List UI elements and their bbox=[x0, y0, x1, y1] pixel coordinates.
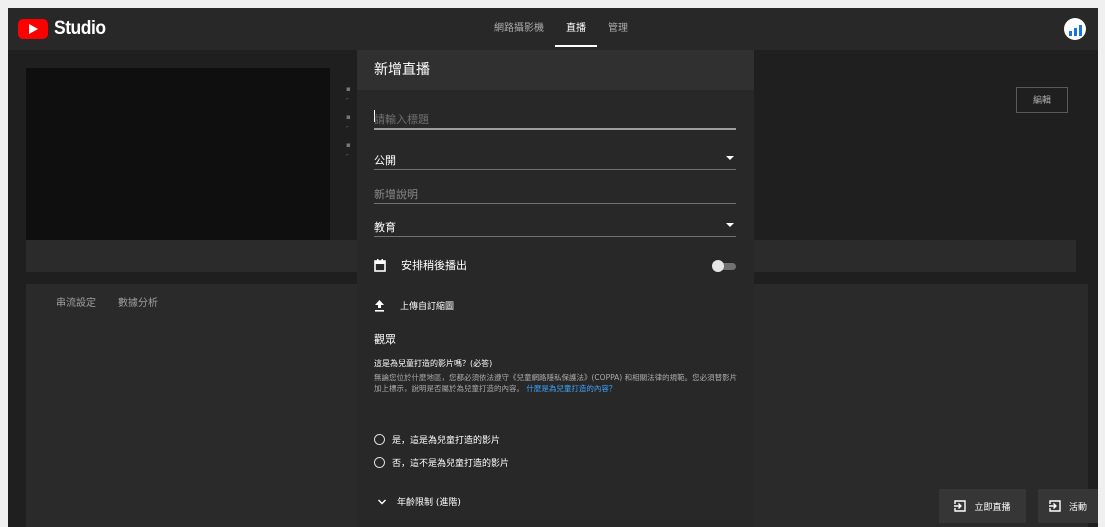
upload-thumbnail-button[interactable]: 上傳自訂縮圖 bbox=[374, 299, 454, 312]
tab-manage[interactable]: 管理 bbox=[597, 8, 639, 50]
studio-app: Studio 網路攝影機 直播 管理 ▪ - ▪ - ▪ - 編輯 串流設定 數據分析 新… bbox=[8, 8, 1098, 527]
kids-description: 無論您位於什麼地區，您都必須依法遵守《兒童網路隱私保護法》(COPPA) 和相關… bbox=[374, 372, 742, 394]
avatar-bar-icon bbox=[1068, 31, 1072, 36]
visibility-value: 公開 bbox=[374, 154, 396, 167]
events-button[interactable]: 活動 bbox=[1038, 489, 1098, 523]
youtube-play-icon bbox=[18, 19, 48, 39]
radio-circle-icon bbox=[374, 457, 385, 468]
go-live-label: 立即直播 bbox=[974, 502, 1011, 513]
schedule-label: 安排稍後播出 bbox=[401, 259, 467, 272]
upload-icon bbox=[375, 299, 384, 312]
schedule-toggle[interactable] bbox=[712, 260, 738, 272]
avatar[interactable] bbox=[1064, 18, 1086, 40]
dropdown-arrow-icon bbox=[726, 156, 734, 160]
audience-title: 觀眾 bbox=[374, 333, 396, 346]
go-live-button[interactable]: 立即直播 bbox=[939, 489, 1026, 523]
top-bar: Studio 網路攝影機 直播 管理 bbox=[8, 8, 1098, 50]
age-restriction-label: 年齡限制 (進階) bbox=[397, 498, 461, 508]
dropdown-arrow-icon bbox=[726, 223, 734, 227]
category-select[interactable]: 教育 bbox=[374, 216, 736, 237]
description-input[interactable]: 新增說明 bbox=[374, 183, 736, 204]
avatar-bar-icon bbox=[1078, 25, 1082, 36]
enter-icon bbox=[954, 500, 967, 512]
stream-tabs: 串流設定 數據分析 bbox=[56, 294, 158, 309]
title-input[interactable]: 請輸入標題 bbox=[374, 108, 736, 130]
create-stream-dialog: 新增直播 請輸入標題 公開 新增說明 教育 安排稍後播出 上傳自訂縮圖 觀眾 這… bbox=[357, 50, 754, 527]
schedule-row: 安排稍後播出 bbox=[374, 257, 467, 273]
top-tabs: 網路攝影機 直播 管理 bbox=[483, 8, 639, 50]
radio-not-for-kids[interactable]: 否，這不是為兒童打造的影片 bbox=[374, 456, 509, 469]
studio-logo[interactable]: Studio bbox=[18, 18, 110, 40]
dialog-title: 新增直播 bbox=[357, 50, 754, 90]
tab-stream-settings[interactable]: 串流設定 bbox=[56, 294, 96, 309]
tab-analytics[interactable]: 數據分析 bbox=[118, 294, 158, 309]
radio-circle-icon bbox=[374, 434, 385, 445]
radio-made-for-kids[interactable]: 是，這是為兒童打造的影片 bbox=[374, 433, 500, 446]
tab-live[interactable]: 直播 bbox=[555, 8, 597, 50]
enter-icon bbox=[1048, 500, 1061, 512]
tab-webcam[interactable]: 網路攝影機 bbox=[483, 8, 555, 50]
events-label: 活動 bbox=[1068, 502, 1087, 513]
radio-no-label: 否，這不是為兒童打造的影片 bbox=[392, 459, 510, 469]
toggle-knob bbox=[712, 260, 724, 272]
description-placeholder: 新增說明 bbox=[374, 188, 418, 201]
upload-thumbnail-label: 上傳自訂縮圖 bbox=[400, 302, 455, 312]
kids-question: 這是為兒童打造的影片嗎？(必答) bbox=[374, 359, 493, 368]
kids-info-link[interactable]: 什麼是為兒童打造的內容？ bbox=[526, 384, 616, 393]
logo-text: Studio bbox=[54, 18, 106, 39]
category-value: 教育 bbox=[374, 221, 396, 234]
chevron-down-icon bbox=[378, 499, 386, 504]
video-preview bbox=[26, 68, 330, 240]
title-placeholder: 請輸入標題 bbox=[374, 113, 429, 126]
avatar-bar-icon bbox=[1073, 28, 1077, 36]
edit-button[interactable]: 編輯 bbox=[1016, 87, 1068, 113]
radio-yes-label: 是，這是為兒童打造的影片 bbox=[392, 436, 501, 446]
calendar-icon bbox=[374, 258, 386, 272]
visibility-select[interactable]: 公開 bbox=[374, 149, 736, 170]
age-restriction-toggle[interactable]: 年齡限制 (進階) bbox=[378, 495, 461, 508]
